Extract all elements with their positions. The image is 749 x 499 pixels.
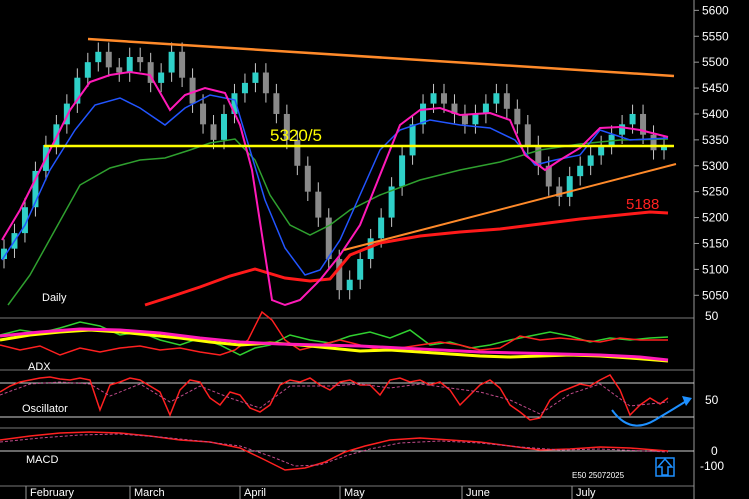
candle-body — [566, 176, 573, 197]
month-tick: April — [244, 487, 266, 499]
candle-body — [472, 113, 479, 125]
candle-body — [95, 51, 102, 63]
osc-line — [0, 374, 669, 421]
osc-tick-50: 50 — [705, 393, 719, 407]
resistance-trendline — [87, 37, 675, 78]
panel-label-daily: Daily — [42, 292, 67, 304]
candle-body — [200, 103, 207, 125]
month-tick: July — [576, 487, 596, 499]
up-arrow-icon — [656, 457, 674, 476]
candle-body — [273, 93, 280, 114]
candle-body — [378, 217, 385, 239]
adx-tick-50: 50 — [705, 309, 719, 323]
candle-body — [116, 67, 123, 73]
price-tick: 5250 — [702, 185, 729, 199]
candle-body — [84, 62, 91, 78]
macd-tick-minus100: -100 — [700, 459, 724, 473]
candle-body — [168, 51, 175, 73]
price-tick: 5500 — [702, 55, 729, 69]
stock-chart: 5050510051505200525053005350540054505500… — [0, 0, 729, 499]
candle-body — [399, 155, 406, 187]
level-5320-label: 5320/5 — [270, 126, 322, 145]
candle-body — [262, 72, 269, 94]
month-tick: February — [30, 487, 75, 499]
price-tick: 5300 — [702, 159, 729, 173]
chart-stage: 5050 5100 5150 5200 5250 5300 5350 5400 5450 5500… — [0, 0, 749, 499]
candle-body — [514, 108, 521, 125]
osc-arrow-icon — [682, 396, 692, 406]
footer-code: E50 25072025 — [572, 471, 625, 480]
price-tick: 5450 — [702, 81, 729, 95]
panel-label-macd: MACD — [26, 454, 58, 466]
price-tick: 5400 — [702, 107, 729, 121]
osc-curve-annotation — [611, 399, 689, 427]
candle-body — [179, 51, 186, 78]
candles — [1, 42, 667, 300]
candle-body — [608, 134, 615, 146]
candle-body — [126, 56, 133, 73]
candle-body — [241, 82, 248, 94]
price-tick: 5200 — [702, 211, 729, 225]
month-tick: May — [344, 487, 365, 499]
candle-body — [315, 191, 322, 218]
macd-signal-line — [0, 433, 669, 467]
price-tick: 5550 — [702, 29, 729, 43]
price-tick: 5150 — [702, 236, 729, 250]
month-axis: February March April May June July — [25, 486, 596, 499]
adx-panel — [0, 310, 669, 363]
macd-panel — [0, 431, 675, 477]
price-tick: 5600 — [702, 3, 729, 17]
candle-body — [346, 279, 353, 291]
candle-body — [619, 124, 626, 135]
candle-body — [503, 93, 510, 109]
adx-magenta-line — [0, 327, 669, 362]
candle-body — [430, 93, 437, 104]
candle-body — [137, 56, 144, 63]
level-5188-label: 5188 — [626, 196, 659, 213]
price-axis: 5050 5100 5150 5200 5250 5300 5350 5400 5450 5500… — [694, 3, 729, 302]
candle-body — [105, 51, 112, 68]
candle-body — [524, 124, 531, 146]
ma-long-red — [144, 210, 669, 307]
indicator-axis: 50 50 0 -100 — [700, 309, 724, 473]
candle-body — [577, 165, 584, 177]
macd-tick-0: 0 — [711, 444, 718, 458]
candle-body — [304, 165, 311, 192]
candle-body — [158, 72, 165, 83]
month-tick: June — [466, 487, 490, 499]
panel-label-adx: ADX — [28, 361, 51, 373]
price-tick: 5050 — [702, 288, 729, 302]
price-tick: 5350 — [702, 133, 729, 147]
candle-body — [587, 155, 594, 166]
candle-body — [409, 124, 416, 156]
candle-body — [650, 134, 657, 151]
candle-body — [252, 72, 259, 83]
month-tick: March — [134, 487, 165, 499]
candle-body — [629, 113, 636, 125]
candle-body — [357, 259, 364, 280]
price-tick: 5100 — [702, 262, 729, 276]
panel-label-oscillator: Oscillator — [22, 403, 68, 415]
candle-body — [221, 113, 227, 140]
candle-body — [493, 93, 500, 104]
candle-body — [441, 93, 447, 104]
candle-body — [210, 124, 217, 140]
